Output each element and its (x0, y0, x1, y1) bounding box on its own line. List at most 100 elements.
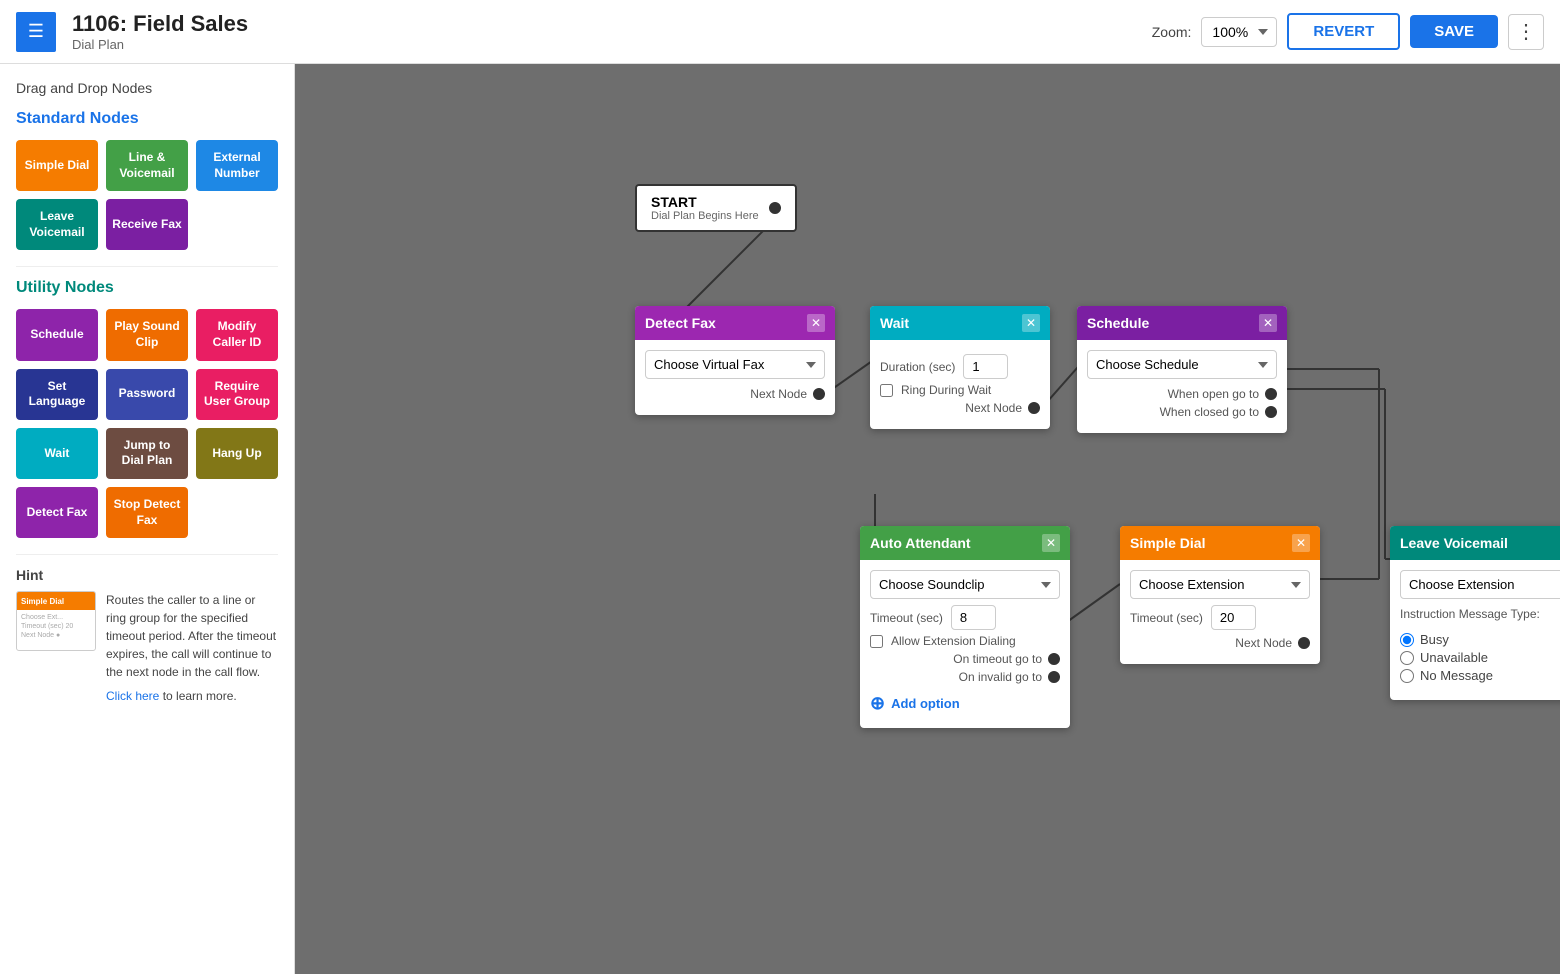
schedule-closed-label: When closed go to (1160, 405, 1259, 419)
leave-voicemail-header: Leave Voicemail ✕ (1390, 526, 1560, 560)
auto-attendant-invalid-row: On invalid go to (870, 670, 1060, 684)
auto-attendant-body: Choose Soundclip Timeout (sec) Allow Ext… (860, 560, 1070, 728)
drag-drop-label: Drag and Drop Nodes (16, 80, 278, 96)
auto-attendant-header: Auto Attendant ✕ (860, 526, 1070, 560)
node-simple-dial[interactable]: Simple Dial (16, 140, 98, 191)
more-icon: ⋮ (1516, 19, 1536, 44)
simple-dial-header: Simple Dial ✕ (1120, 526, 1320, 560)
wait-header: Wait ✕ (870, 306, 1050, 340)
leave-voicemail-ext-select[interactable]: Choose Extension (1400, 570, 1560, 599)
simple-dial-title: Simple Dial (1130, 535, 1205, 551)
zoom-select[interactable]: 100% 75% 125% 150% (1201, 17, 1277, 47)
divider (16, 266, 278, 267)
more-options-button[interactable]: ⋮ (1508, 14, 1544, 50)
wait-duration-input[interactable] (963, 354, 1008, 379)
auto-attendant-timeout-go-label: On timeout go to (953, 652, 1042, 666)
auto-attendant-close[interactable]: ✕ (1042, 534, 1060, 552)
revert-button[interactable]: REVERT (1287, 13, 1400, 50)
node-require-user-group[interactable]: Require User Group (196, 369, 278, 420)
node-schedule[interactable]: Schedule (16, 309, 98, 360)
hint-link-row: Click here to learn more. (106, 687, 278, 705)
hint-link[interactable]: Click here (106, 689, 159, 703)
schedule-close[interactable]: ✕ (1259, 314, 1277, 332)
hint-title: Hint (16, 567, 278, 583)
simple-dial-close[interactable]: ✕ (1292, 534, 1310, 552)
radio-no-message[interactable] (1400, 669, 1414, 683)
simple-dial-timeout-input[interactable] (1211, 605, 1256, 630)
detect-fax-next-label: Next Node (750, 387, 807, 401)
menu-button[interactable]: ☰ (16, 12, 56, 52)
hint-content: Simple Dial Choose Ext... Timeout (sec) … (16, 591, 278, 705)
radio-unavailable-label: Unavailable (1420, 650, 1488, 665)
hint-img-header: Simple Dial (17, 592, 95, 610)
schedule-open-label: When open go to (1168, 387, 1259, 401)
schedule-closed-row: When closed go to (1087, 405, 1277, 419)
detect-fax-header: Detect Fax ✕ (635, 306, 835, 340)
auto-attendant-timeout-input[interactable] (951, 605, 996, 630)
node-line-voicemail[interactable]: Line & Voicemail (106, 140, 188, 191)
node-detect-fax[interactable]: Detect Fax (16, 487, 98, 538)
hint-description: Routes the caller to a line or ring grou… (106, 591, 278, 681)
standard-nodes-grid: Simple Dial Line & Voicemail External Nu… (16, 140, 278, 250)
radio-busy[interactable] (1400, 633, 1414, 647)
node-leave-voicemail[interactable]: Leave Voicemail (16, 199, 98, 250)
node-password[interactable]: Password (106, 369, 188, 420)
wait-duration-label: Duration (sec) (880, 360, 955, 374)
radio-no-message-label: No Message (1420, 668, 1493, 683)
auto-attendant-soundclip-select[interactable]: Choose Soundclip (870, 570, 1060, 599)
node-play-sound-clip[interactable]: Play Sound Clip (106, 309, 188, 360)
wait-next-label: Next Node (965, 401, 1022, 415)
node-wait[interactable]: Wait (16, 428, 98, 479)
auto-attendant-ext-checkbox[interactable] (870, 635, 883, 648)
hint-img-body: Choose Ext... Timeout (sec) 20 Next Node… (17, 610, 95, 643)
wait-ring-checkbox[interactable] (880, 384, 893, 397)
simple-dial-timeout-label: Timeout (sec) (1130, 611, 1203, 625)
node-stop-detect-fax[interactable]: Stop Detect Fax (106, 487, 188, 538)
wait-duration-row: Duration (sec) (880, 354, 1040, 379)
leave-voicemail-msg-type: Instruction Message Type: Busy Unavailab… (1400, 607, 1560, 690)
node-modify-caller-id[interactable]: Modify Caller ID (196, 309, 278, 360)
node-external-number[interactable]: External Number (196, 140, 278, 191)
auto-attendant-invalid-port (1048, 671, 1060, 683)
detect-fax-next-row: Next Node (645, 387, 825, 401)
utility-nodes-title: Utility Nodes (16, 279, 278, 297)
auto-attendant-timeout-go-row: On timeout go to (870, 652, 1060, 666)
wait-ring-label: Ring During Wait (901, 383, 991, 397)
simple-dial-node: Simple Dial ✕ Choose Extension Timeout (… (1120, 526, 1320, 664)
node-receive-fax[interactable]: Receive Fax (106, 199, 188, 250)
schedule-title: Schedule (1087, 315, 1149, 331)
save-button[interactable]: SAVE (1410, 15, 1498, 48)
detect-fax-close[interactable]: ✕ (807, 314, 825, 332)
detect-fax-virtual-fax-select[interactable]: Choose Virtual Fax (645, 350, 825, 379)
hint-img-label: Simple Dial (21, 597, 64, 606)
radio-busy-label: Busy (1420, 632, 1449, 647)
simple-dial-body: Choose Extension Timeout (sec) Next Node (1120, 560, 1320, 664)
node-hang-up[interactable]: Hang Up (196, 428, 278, 479)
schedule-node: Schedule ✕ Choose Schedule When open go … (1077, 306, 1287, 433)
add-option-button[interactable]: ⊕ Add option (870, 688, 1060, 718)
auto-attendant-ext-row: Allow Extension Dialing (870, 634, 1060, 648)
simple-dial-ext-select[interactable]: Choose Extension (1130, 570, 1310, 599)
detect-fax-title: Detect Fax (645, 315, 716, 331)
wait-close[interactable]: ✕ (1022, 314, 1040, 332)
wait-node: Wait ✕ Duration (sec) Ring During Wait N… (870, 306, 1050, 429)
header-title-block: 1106: Field Sales Dial Plan (72, 11, 1152, 52)
utility-nodes-grid: Schedule Play Sound Clip Modify Caller I… (16, 309, 278, 538)
page-title: 1106: Field Sales (72, 11, 1152, 37)
connectors-svg (295, 64, 1560, 974)
sidebar: Drag and Drop Nodes Standard Nodes Simpl… (0, 64, 295, 974)
header: ☰ 1106: Field Sales Dial Plan Zoom: 100%… (0, 0, 1560, 64)
node-jump-to-dial-plan[interactable]: Jump to Dial Plan (106, 428, 188, 479)
msg-type-label: Instruction Message Type: (1400, 607, 1560, 621)
radio-group: Busy Unavailable No Message (1400, 625, 1560, 690)
header-controls: Zoom: 100% 75% 125% 150% REVERT SAVE ⋮ (1152, 13, 1544, 50)
node-set-language[interactable]: Set Language (16, 369, 98, 420)
auto-attendant-timeout-row: Timeout (sec) (870, 605, 1060, 630)
radio-unavailable[interactable] (1400, 651, 1414, 665)
wait-next-row: Next Node (880, 401, 1040, 415)
add-option-label: Add option (891, 696, 960, 711)
auto-attendant-invalid-label: On invalid go to (959, 670, 1042, 684)
schedule-select[interactable]: Choose Schedule (1087, 350, 1277, 379)
wait-title: Wait (880, 315, 909, 331)
auto-attendant-title: Auto Attendant (870, 535, 971, 551)
